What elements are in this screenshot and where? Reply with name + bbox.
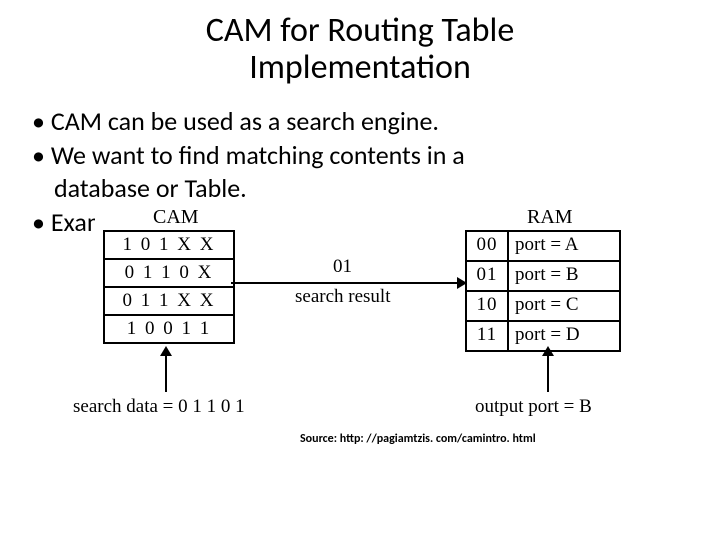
bullet-1: CAM can be used as a search engine.: [30, 105, 720, 138]
bullet-2-line-1: We want to find matching contents in a: [51, 139, 465, 171]
title-line-1: CAM for Routing Table: [206, 10, 515, 51]
ram-row: 10 port = C: [467, 292, 619, 322]
bullet-2-line-2: database or Table.: [54, 172, 720, 205]
ram-val: port = B: [509, 262, 619, 290]
ram-addr: 01: [467, 262, 509, 290]
ram-val: port = A: [509, 232, 619, 260]
output-port-label: output port = B: [475, 396, 592, 418]
search-result-value: 01: [333, 256, 352, 278]
source-citation: Source: http: //pagiamtzis. com/camintro…: [300, 432, 536, 446]
ram-val: port = D: [509, 322, 619, 350]
ram-addr: 11: [467, 322, 509, 350]
cam-row: 1 0 1 X X: [105, 232, 233, 260]
search-data-label: search data = 0 1 1 0 1: [73, 396, 245, 418]
right-up-arrow: [547, 348, 549, 392]
diagram: CAM RAM 1 0 1 X X 0 1 1 0 X 0 1 1 X X 1 …: [95, 208, 655, 428]
ram-addr: 10: [467, 292, 509, 320]
search-result-label: search result: [295, 286, 390, 308]
ram-table: 00 port = A 01 port = B 10 port = C 11 p…: [465, 230, 621, 352]
slide-title: CAM for Routing Table Implementation: [0, 0, 720, 87]
bullet-2: We want to find matching contents in a d…: [30, 139, 720, 204]
ram-row: 00 port = A: [467, 232, 619, 262]
ram-val: port = C: [509, 292, 619, 320]
connection-arrow: [231, 282, 465, 284]
cam-header: CAM: [153, 206, 199, 229]
left-up-arrow: [165, 348, 167, 392]
title-line-2: Implementation: [249, 47, 471, 88]
cam-table: 1 0 1 X X 0 1 1 0 X 0 1 1 X X 1 0 0 1 1: [103, 230, 235, 344]
cam-row: 0 1 1 X X: [105, 288, 233, 316]
cam-row: 0 1 1 0 X: [105, 260, 233, 288]
ram-header: RAM: [527, 206, 573, 229]
ram-addr: 00: [467, 232, 509, 260]
ram-row: 01 port = B: [467, 262, 619, 292]
cam-row: 1 0 0 1 1: [105, 316, 233, 344]
slide: CAM for Routing Table Implementation CAM…: [0, 0, 720, 540]
